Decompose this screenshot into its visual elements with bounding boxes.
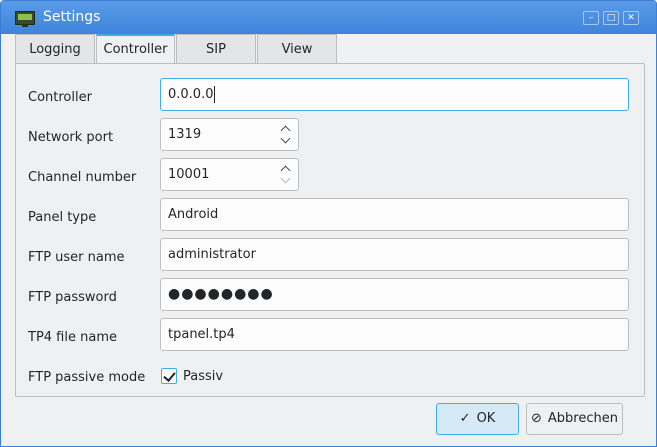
cancel-label: Abbrechen	[547, 411, 618, 426]
ftp-password-label: FTP password	[28, 290, 117, 305]
tp4-file-label: TP4 file name	[28, 330, 117, 345]
network-port-spinbox[interactable]: 1319	[160, 118, 299, 151]
check-icon: ✓	[459, 411, 471, 426]
tab-bar: Logging Controller SIP View	[15, 34, 645, 65]
passive-checkbox-label[interactable]: Passiv	[183, 369, 223, 384]
ftp-user-input[interactable]: administrator	[160, 238, 629, 271]
controller-label: Controller	[28, 90, 92, 105]
tab-sip[interactable]: SIP	[176, 34, 256, 64]
text-caret	[214, 86, 216, 103]
close-button[interactable]: ✕	[623, 11, 639, 25]
ftp-password-input[interactable]: ●●●●●●●●	[160, 278, 629, 311]
window-title: Settings	[43, 9, 101, 25]
channel-number-value: 10001	[168, 167, 210, 182]
panel-type-input[interactable]: Android	[160, 198, 629, 231]
ftp-passive-label: FTP passive mode	[28, 370, 146, 385]
minimize-button[interactable]: –	[583, 11, 599, 25]
chevron-down-icon[interactable]	[280, 173, 291, 184]
channel-number-label: Channel number	[28, 170, 137, 185]
tab-view[interactable]: View	[257, 34, 337, 64]
cancel-icon: ⊘	[531, 411, 542, 426]
controller-input[interactable]: 0.0.0.0	[160, 78, 629, 111]
app-icon	[15, 11, 35, 27]
network-port-stepper[interactable]	[280, 122, 292, 148]
passive-checkbox[interactable]	[161, 368, 177, 384]
channel-number-stepper[interactable]	[280, 162, 292, 188]
chevron-down-icon[interactable]	[280, 133, 291, 144]
controller-value: 0.0.0.0	[168, 87, 214, 102]
ok-label: OK	[476, 411, 496, 426]
controller-settings-panel: Controller 0.0.0.0 Network port 1319 Cha…	[15, 63, 645, 397]
maximize-button[interactable]: □	[603, 11, 619, 25]
cancel-button[interactable]: ⊘ Abbrechen	[526, 403, 623, 435]
settings-window: Settings – □ ✕ Logging Controller SIP Vi…	[0, 0, 657, 447]
ftp-user-label: FTP user name	[28, 250, 125, 265]
title-bar[interactable]: Settings – □ ✕	[1, 1, 656, 34]
ok-button[interactable]: ✓ OK	[436, 403, 519, 435]
channel-number-spinbox[interactable]: 10001	[160, 158, 299, 191]
network-port-label: Network port	[28, 130, 114, 145]
tp4-file-input[interactable]: tpanel.tp4	[160, 318, 629, 351]
tab-controller[interactable]: Controller	[96, 34, 175, 65]
network-port-value: 1319	[168, 127, 202, 142]
panel-type-label: Panel type	[28, 210, 97, 225]
tab-logging[interactable]: Logging	[15, 34, 95, 64]
